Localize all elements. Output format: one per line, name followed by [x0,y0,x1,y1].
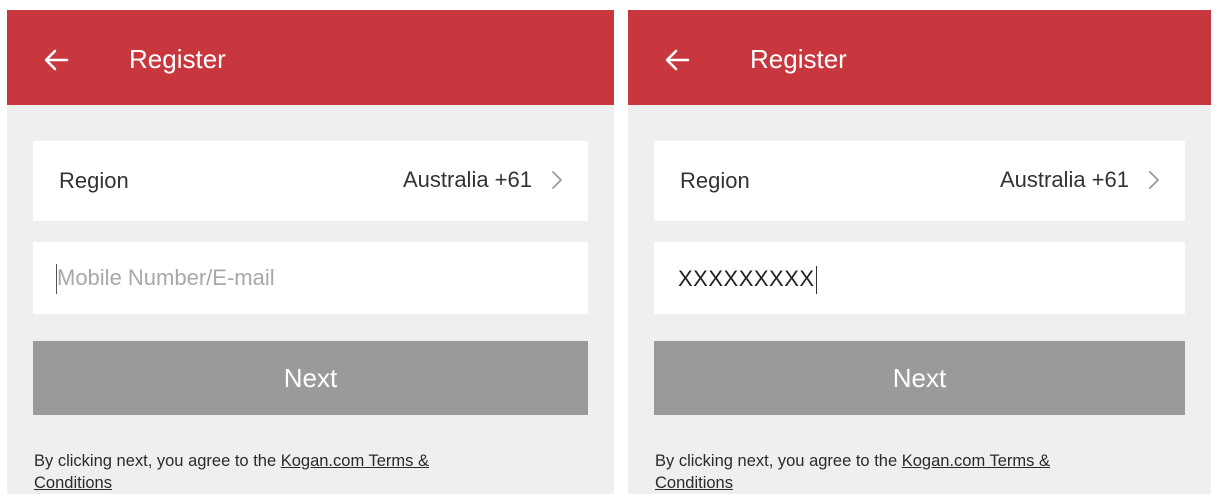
terms-prefix: By clicking next, you agree to the [655,452,902,470]
register-screen-filled: Register Region Australia +61 XXXXXXXXX … [628,10,1211,494]
terms-text: By clicking next, you agree to the Kogan… [655,450,1171,494]
next-button[interactable]: Next [654,341,1185,415]
terms-link-conditions[interactable]: Conditions [655,474,733,492]
region-label: Region [59,168,129,193]
terms-link[interactable]: Kogan.com Terms & [902,452,1050,470]
app-bar: Register [7,10,614,105]
terms-text: By clicking next, you agree to the Kogan… [34,450,574,494]
region-selector[interactable]: Region Australia +61 [33,141,588,221]
account-field-container [33,242,588,314]
region-value: Australia +61 [402,167,532,192]
region-label: Region [680,168,750,193]
input-value: XXXXXXXXX [678,266,815,291]
page-title: Register [129,44,226,74]
back-arrow-icon[interactable] [37,40,77,80]
region-value: Australia +61 [999,167,1129,192]
text-caret [815,266,817,295]
register-screen-empty: Register Region Australia +61 Next By cl… [7,10,614,494]
back-arrow-icon[interactable] [658,40,698,80]
mobile-email-input[interactable] [53,260,497,296]
terms-link[interactable]: Kogan.com Terms & [281,452,429,470]
next-button[interactable]: Next [33,341,588,415]
input-value-wrapper: XXXXXXXXX [678,266,817,295]
chevron-right-icon [552,171,562,189]
chevron-right-icon [1149,171,1159,189]
terms-prefix: By clicking next, you agree to the [34,452,281,470]
mobile-email-input[interactable]: XXXXXXXXX [654,242,1185,314]
region-selector[interactable]: Region Australia +61 [654,141,1185,221]
terms-link-conditions[interactable]: Conditions [34,474,112,492]
page-title: Register [750,44,847,74]
app-bar: Register [628,10,1211,105]
